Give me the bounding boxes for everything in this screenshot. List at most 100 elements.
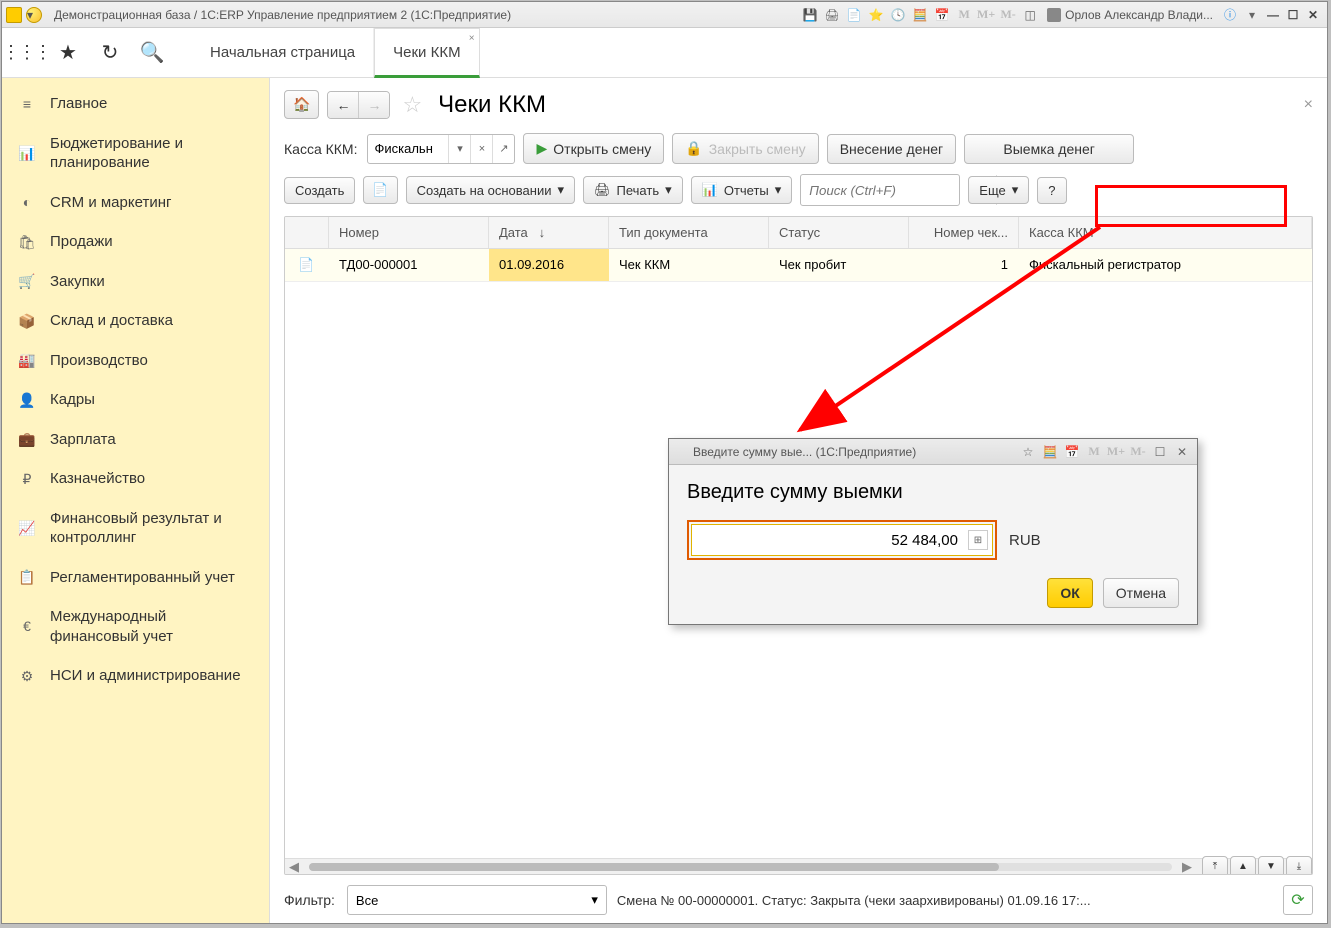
refresh-button[interactable]: ⟳ [1283,885,1313,915]
back-button[interactable]: ← [328,92,359,118]
scroll-left-icon[interactable]: ◀ [285,859,303,875]
sidebar-item-production[interactable]: 🏭Производство [2,341,269,381]
forward-button[interactable]: → [359,92,389,118]
ok-button[interactable]: ОК [1047,578,1092,608]
history-icon[interactable]: 🕓 [889,6,907,24]
sort-icon: ↓ [539,225,546,240]
th-kassa[interactable]: Касса ККМ [1019,217,1312,248]
kassa-open-icon[interactable]: ↗ [492,135,514,163]
maximize-button[interactable]: ☐ [1283,6,1303,24]
sidebar-item-main[interactable]: ≡Главное [2,84,269,124]
tab-home[interactable]: Начальная страница [192,28,374,77]
print-icon[interactable]: 🖨 [823,6,841,24]
mplus-icon[interactable]: M+ [977,6,995,24]
jump-down-button[interactable]: ▼ [1258,856,1284,876]
horizontal-scrollbar[interactable]: ◀ ▶ ⤒ ▲ ▼ ⤓ [285,858,1312,874]
th-number[interactable]: Номер [329,217,489,248]
search-field[interactable]: × [800,174,960,206]
dialog-heading: Введите сумму выемки [687,481,1179,504]
sidebar-label: Склад и доставка [50,311,173,331]
minimize-button[interactable]: — [1263,6,1283,24]
dialog-mplus-icon[interactable]: M+ [1107,443,1125,461]
sidebar-item-treasury[interactable]: ₽Казначейство [2,459,269,499]
withdraw-dialog: Введите сумму вые... (1С:Предприятие) ☆ … [668,438,1198,625]
filter-select[interactable]: Все ▾ [347,885,607,915]
close-button[interactable]: ✕ [1303,6,1323,24]
info-icon[interactable]: ⓘ [1221,6,1239,24]
calc-icon[interactable]: 🧮 [911,6,929,24]
kassa-field[interactable]: ▾ × ↗ [367,134,515,164]
box-icon: 📦 [16,312,38,330]
apps-icon[interactable]: ⋮⋮⋮ [14,41,38,65]
deposit-label: Внесение денег [840,141,943,157]
close-shift-button[interactable]: 🔒Закрыть смену [672,133,818,164]
favorite-icon[interactable]: ⭐ [867,6,885,24]
reports-button[interactable]: 📊 Отчеты ▾ [691,176,793,204]
favorite-star-icon[interactable]: ☆ [402,92,422,118]
sidebar-item-salary[interactable]: 💼Зарплата [2,420,269,460]
dialog-mminus-icon[interactable]: M- [1129,443,1147,461]
panel-icon[interactable]: ◫ [1021,6,1039,24]
th-date[interactable]: Дата ↓ [489,217,609,248]
dialog-calendar-icon[interactable]: 📅 [1063,443,1081,461]
create-button[interactable]: Создать [284,177,355,204]
sidebar-item-admin[interactable]: ⚙НСИ и администрирование [2,656,269,696]
sidebar-item-sales[interactable]: 🛍Продажи [2,222,269,262]
jump-up-button[interactable]: ▲ [1230,856,1256,876]
copy-doc-button[interactable]: 📄 [363,176,397,204]
search-icon[interactable]: 🔍 [140,41,164,65]
sidebar-item-finresult[interactable]: 📈Финансовый результат и контроллинг [2,499,269,558]
copy-icon[interactable]: 📄 [845,6,863,24]
search-input[interactable] [801,175,996,205]
dialog-m-icon[interactable]: M [1085,443,1103,461]
dialog-max-icon[interactable]: ☐ [1151,443,1169,461]
withdraw-button[interactable]: Выемка денег [964,134,1134,164]
kassa-dd-icon[interactable]: ▾ [448,135,470,163]
sidebar-item-hr[interactable]: 👤Кадры [2,380,269,420]
calendar-icon[interactable]: 📅 [933,6,951,24]
open-shift-button[interactable]: ▶Открыть смену [523,133,664,164]
dialog-close-icon[interactable]: ✕ [1173,443,1191,461]
user-display[interactable]: Орлов Александр Влади... [1047,8,1213,22]
sidebar-label: Казначейство [50,469,145,489]
window-title: Демонстрационная база / 1С:ERP Управлени… [54,8,511,22]
jump-bottom-button[interactable]: ⤓ [1286,856,1312,876]
m-icon[interactable]: M [955,6,973,24]
info-dd-icon[interactable]: ▾ [1243,6,1261,24]
history-nav-icon[interactable]: ↻ [98,41,122,65]
th-status[interactable]: Статус [769,217,909,248]
cancel-button[interactable]: Отмена [1103,578,1179,608]
scroll-right-icon[interactable]: ▶ [1178,859,1196,875]
home-button[interactable]: 🏠 [284,90,319,119]
sidebar-item-budgeting[interactable]: 📊Бюджетирование и планирование [2,124,269,183]
table-row[interactable]: 📄 ТД00-000001 01.09.2016 Чек ККМ Чек про… [285,249,1312,282]
tab-checks[interactable]: Чеки ККМ × [374,28,479,78]
create-based-button[interactable]: Создать на основании ▾ [406,176,575,204]
more-button[interactable]: Еще ▾ [968,176,1029,204]
sidebar-item-warehouse[interactable]: 📦 Склад и доставка [2,301,269,341]
th-type[interactable]: Тип документа [609,217,769,248]
save-icon[interactable]: 💾 [801,6,819,24]
jump-top-button[interactable]: ⤒ [1202,856,1228,876]
sidebar-item-ifrs[interactable]: €Международный финансовый учет [2,597,269,656]
close-page-button[interactable]: × [1304,96,1313,114]
kassa-input[interactable] [368,135,448,163]
kassa-clear-icon[interactable]: × [470,135,492,163]
deposit-button[interactable]: Внесение денег [827,134,956,164]
dialog-fav-icon[interactable]: ☆ [1019,443,1037,461]
sidebar-item-regaccounting[interactable]: 📋Регламентированный учет [2,558,269,598]
dialog-calc-icon[interactable]: 🧮 [1041,443,1059,461]
mminus-icon[interactable]: M- [999,6,1017,24]
dropdown-sys-icon[interactable]: ▾ [26,7,42,23]
th-checkno[interactable]: Номер чек... [909,217,1019,248]
sidebar-item-crm[interactable]: ◐CRM и маркетинг [2,183,269,223]
calculator-icon[interactable]: ⊞ [968,530,988,550]
sidebar-item-purchases[interactable]: 🛒Закупки [2,262,269,302]
star-icon[interactable]: ★ [56,41,80,65]
user-name: Орлов Александр Влади... [1065,8,1213,22]
amount-input[interactable] [692,532,964,549]
print-button[interactable]: 🖨 Печать ▾ [583,176,683,204]
sidebar-label: Зарплата [50,430,116,450]
help-button[interactable]: ? [1037,177,1066,204]
tab-close-icon[interactable]: × [469,33,475,44]
